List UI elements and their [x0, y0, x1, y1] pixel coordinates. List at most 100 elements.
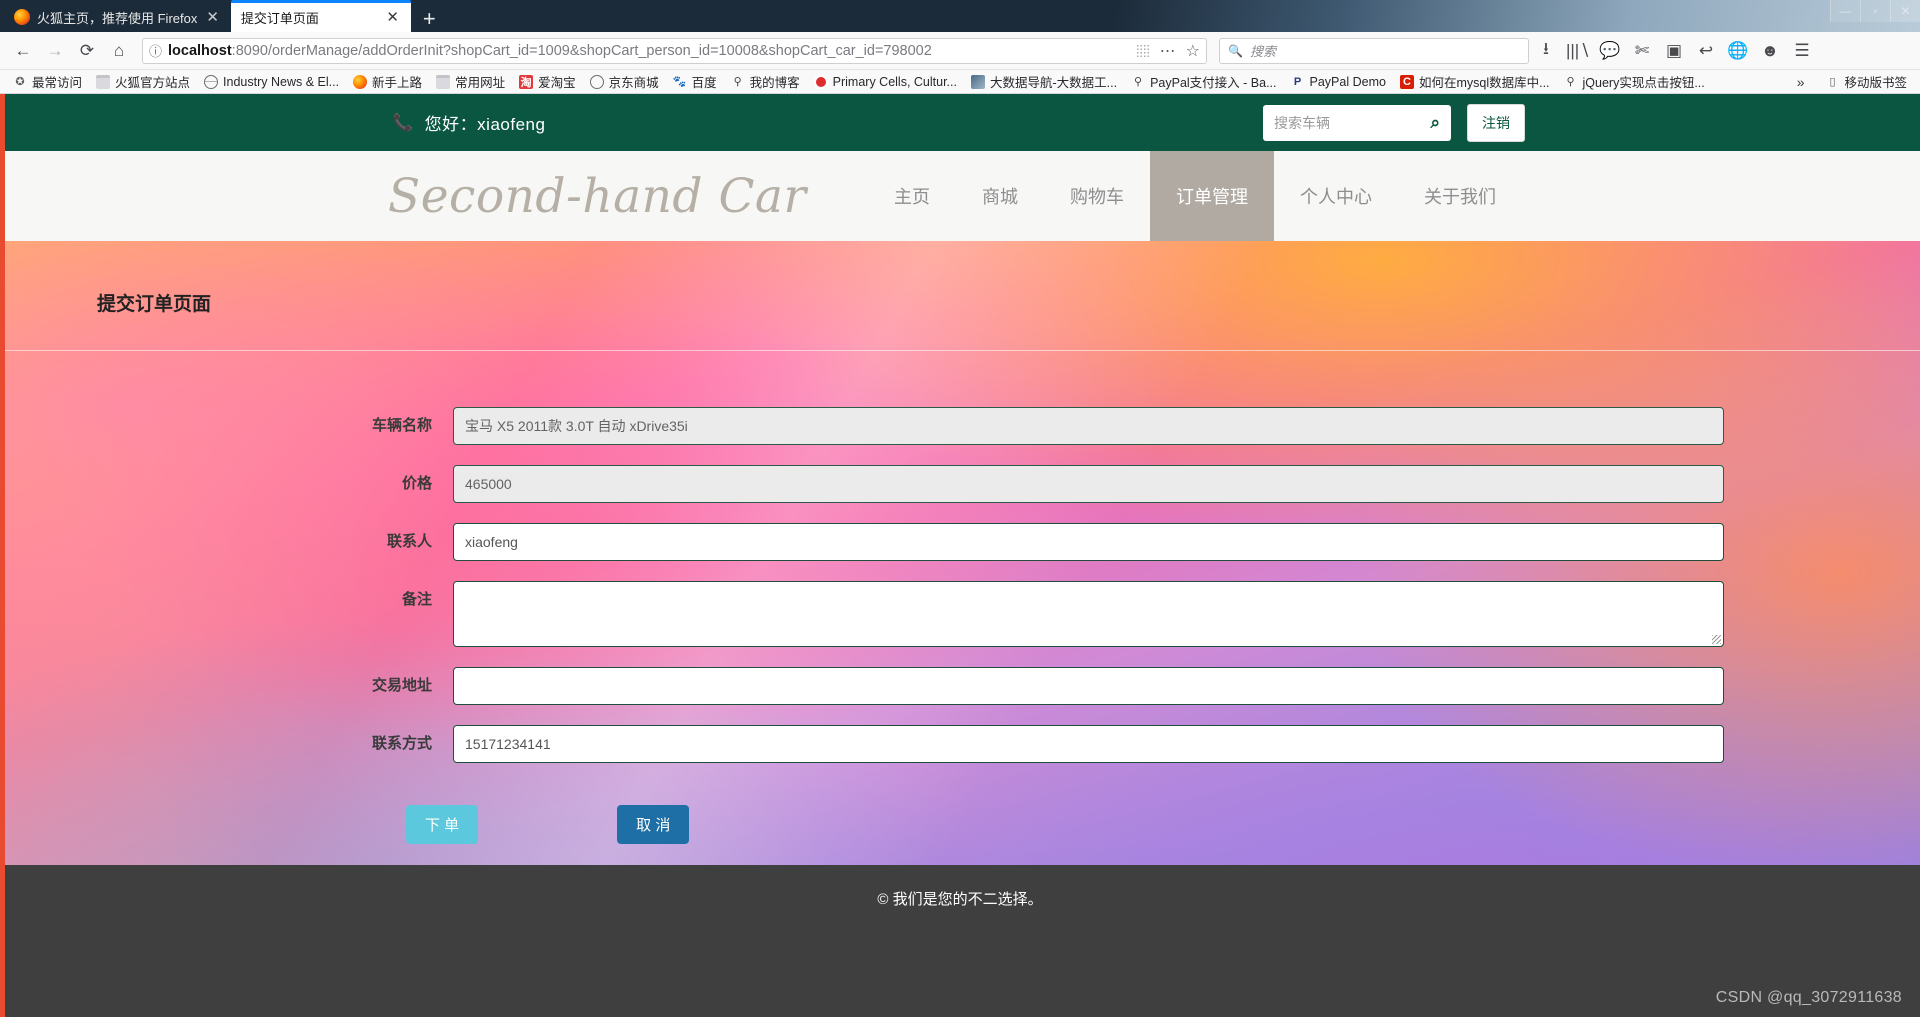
bookmark-item[interactable]: C 如何在mysql数据库中... [1393, 71, 1557, 93]
bookmark-item[interactable]: 常用网址 [429, 71, 512, 93]
menu-item-cart[interactable]: 购物车 [1044, 151, 1150, 241]
window-controls: — ▫ ✕ [1830, 0, 1920, 22]
field-label: 价格 [401, 475, 432, 492]
menu-item-profile[interactable]: 个人中心 [1274, 151, 1398, 241]
globe-icon [204, 74, 219, 89]
site-logo[interactable]: Second-hand Car [388, 169, 806, 224]
car-search-placeholder: 搜索车辆 [1274, 114, 1330, 131]
globe-icon[interactable]: 🌐 [1723, 37, 1753, 65]
jd-icon [589, 74, 604, 89]
site-info-icon[interactable]: ⓘ [149, 41, 162, 60]
remark-textarea[interactable] [453, 581, 1724, 647]
bookmark-item[interactable]: 京东商城 [583, 71, 666, 93]
field-label: 交易地址 [371, 677, 432, 694]
blog-icon: ⚲ [733, 76, 742, 88]
logout-button[interactable]: 注销 [1467, 103, 1525, 142]
contact-phone-input[interactable]: 15171234141 [453, 725, 1724, 763]
pocket-icon[interactable]: 💬 [1595, 37, 1625, 65]
library-icon[interactable]: |||∖ [1563, 37, 1593, 65]
resize-grip-icon[interactable] [1712, 635, 1721, 644]
menu-item-shop[interactable]: 商城 [956, 151, 1044, 241]
search-icon[interactable]: ⌕ [1430, 113, 1440, 133]
site-navbar: Second-hand Car 主页 商城 购物车 订单管理 个人中心 关于我们 [0, 151, 1920, 241]
site-topbar: 📞 您好：xiaofeng 搜索车辆 ⌕ 注销 [0, 94, 1920, 151]
bookmark-label: 爱淘宝 [538, 76, 576, 90]
price-input[interactable]: 465000 [453, 465, 1724, 503]
greeting-text: 您好：xiaofeng [424, 115, 546, 134]
new-tab-button[interactable]: + [411, 8, 448, 32]
bookmark-item[interactable]: ⚲ jQuery实现点击按钮... [1557, 71, 1712, 93]
form-row-trade-address: 交易地址 [0, 667, 1920, 705]
search-placeholder: 搜索 [1249, 44, 1276, 59]
browser-titlebar: 火狐主页，推荐使用 Firefox ✕ 提交订单页面 ✕ + — ▫ ✕ [0, 0, 1920, 32]
blog-icon: ⚲ [1134, 76, 1143, 88]
bookmark-label: 百度 [691, 76, 717, 90]
menu-item-about-us[interactable]: 关于我们 [1398, 151, 1522, 241]
taobao-icon: 淘 [519, 74, 534, 89]
bookmark-item[interactable]: Primary Cells, Cultur... [807, 71, 964, 93]
star-icon: ✪ [15, 76, 25, 88]
bookmark-item-mobile[interactable]: ▯ 移动版书签 [1818, 71, 1914, 93]
address-bar[interactable]: ⓘ localhost:8090/orderManage/addOrderIni… [142, 37, 1207, 64]
bookmark-item[interactable]: Industry News & El... [197, 71, 346, 93]
bookmark-label: Industry News & El... [223, 74, 340, 89]
browser-search-bar[interactable]: 🔍 搜索 [1219, 37, 1529, 64]
sidebar-icon[interactable]: ▣ [1659, 37, 1689, 65]
bookmark-item[interactable]: 火狐官方站点 [89, 71, 197, 93]
form-row-price: 价格 465000 [0, 465, 1920, 503]
form-row-contact-person: 联系人 xiaofeng [0, 523, 1920, 561]
maximize-button[interactable]: ▫ [1860, 0, 1890, 22]
undo-icon[interactable]: ↩ [1691, 37, 1721, 65]
close-icon[interactable]: ✕ [204, 10, 221, 25]
tab-order-page[interactable]: 提交订单页面 ✕ [230, 0, 411, 32]
cancel-button[interactable]: 取 消 [617, 805, 690, 844]
csdn-icon: C [1399, 74, 1414, 89]
menu-item-home[interactable]: 主页 [868, 151, 956, 241]
bookmark-star-icon[interactable]: ☆ [1186, 41, 1200, 61]
trade-address-input[interactable] [453, 667, 1724, 705]
back-icon[interactable]: ← [8, 37, 38, 65]
bookmark-item[interactable]: ⚲ 我的博客 [724, 71, 807, 93]
site-footer: © 我们是您的不二选择。 [0, 865, 1920, 1017]
car-name-input[interactable]: 宝马 X5 2011款 3.0T 自动 xDrive35i [453, 407, 1724, 445]
order-form: 车辆名称 宝马 X5 2011款 3.0T 自动 xDrive35i 价格 46… [0, 351, 1920, 844]
menu-item-order-management[interactable]: 订单管理 [1150, 151, 1274, 241]
field-label: 备注 [401, 591, 432, 608]
footer-text: © 我们是您的不二选择。 [877, 891, 1043, 908]
close-icon[interactable]: ✕ [384, 10, 401, 25]
bookmark-item[interactable]: 新手上路 [346, 71, 429, 93]
forward-icon[interactable]: → [40, 37, 70, 65]
folder-icon [96, 74, 111, 89]
field-label: 车辆名称 [371, 417, 432, 434]
app-menu-icon[interactable]: ☰ [1787, 37, 1817, 65]
browser-window: 火狐主页，推荐使用 Firefox ✕ 提交订单页面 ✕ + — ▫ ✕ ← →… [0, 0, 1920, 1017]
screenshot-icon[interactable]: ✄ [1627, 37, 1657, 65]
account-icon[interactable]: ☻ [1755, 37, 1785, 65]
containers-icon[interactable] [1135, 43, 1150, 58]
bookmark-label: 最常访问 [32, 76, 83, 90]
reload-icon[interactable]: ⟳ [72, 37, 102, 65]
bookmark-item[interactable]: 大数据导航-大数据工... [964, 71, 1124, 93]
bookmark-item[interactable]: 淘爱淘宝 [512, 71, 583, 93]
bookmark-item[interactable]: 🐾 百度 [666, 71, 724, 93]
submit-order-button[interactable]: 下 单 [406, 805, 479, 844]
close-window-button[interactable]: ✕ [1890, 0, 1920, 22]
bookmark-item[interactable]: P PayPal Demo [1284, 71, 1393, 93]
chevron-double-right-icon[interactable]: » [1787, 74, 1815, 90]
page-actions-icon[interactable]: ⋯ [1160, 41, 1176, 61]
minimize-button[interactable]: — [1830, 0, 1860, 22]
topbar-actions: 搜索车辆 ⌕ 注销 [1263, 103, 1525, 142]
download-icon[interactable]: ⭳ [1531, 37, 1561, 65]
bookmark-label: 火狐官方站点 [115, 76, 191, 90]
tab-firefox-home[interactable]: 火狐主页，推荐使用 Firefox ✕ [4, 2, 231, 32]
bookmark-label: 我的博客 [749, 76, 800, 90]
bookmark-item[interactable]: ✪ 最常访问 [6, 71, 89, 93]
form-row-remark: 备注 [0, 581, 1920, 647]
main-menu: 主页 商城 购物车 订单管理 个人中心 关于我们 [868, 151, 1522, 241]
home-icon[interactable]: ⌂ [104, 37, 134, 65]
car-search-input[interactable]: 搜索车辆 ⌕ [1263, 104, 1451, 141]
contact-person-input[interactable]: xiaofeng [453, 523, 1724, 561]
bookmark-item[interactable]: ⚲ PayPal支付接入 - Ba... [1124, 71, 1283, 93]
mobile-icon: ▯ [1829, 76, 1836, 88]
form-actions: 下 单 取 消 [0, 805, 1920, 844]
